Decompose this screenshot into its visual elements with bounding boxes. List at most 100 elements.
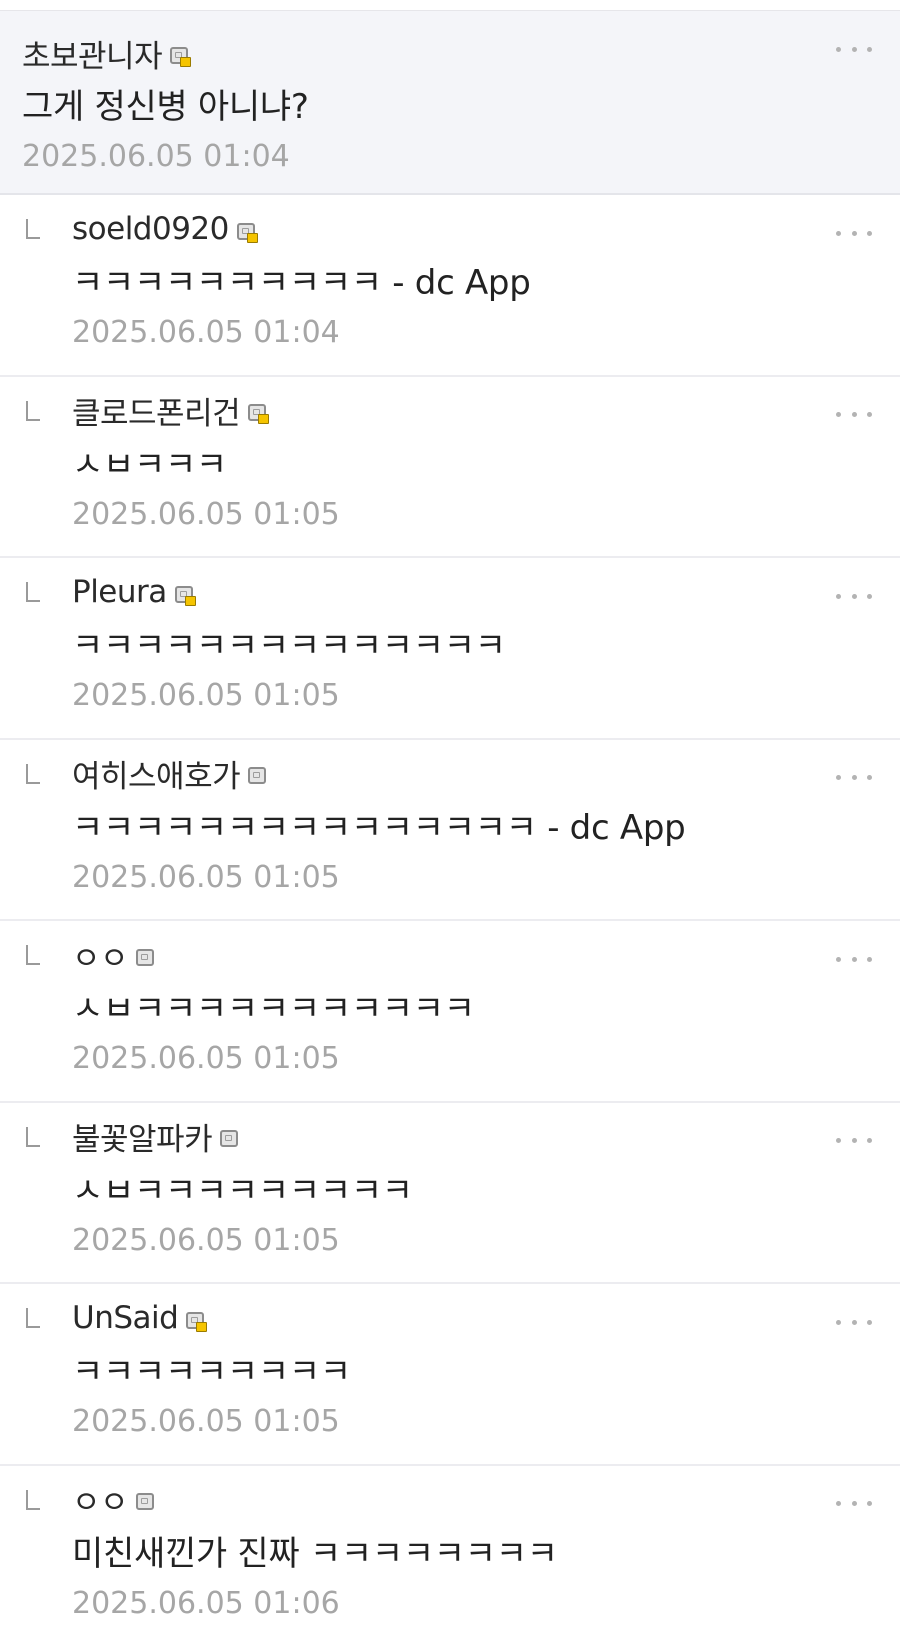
comment-content: 초보관니자 그게 정신병 아니냐? 2025.06.05 01:04 <box>22 33 820 175</box>
dot-icon <box>836 230 841 236</box>
dot-icon <box>867 1501 872 1506</box>
dot-icon <box>851 1501 857 1506</box>
comment-content: 클로드폰리건 ㅅㅂㅋㅋㅋ 2025.06.05 01:05 <box>72 391 820 533</box>
author-line: ㅇㅇ <box>72 933 820 978</box>
dot-icon <box>836 1319 841 1325</box>
more-options-button[interactable] <box>836 1129 872 1153</box>
dot-icon <box>867 412 872 417</box>
dot-icon <box>867 1319 872 1325</box>
comment-timestamp: 2025.06.05 01:05 <box>72 1404 340 1439</box>
comment-timestamp: 2025.06.05 01:06 <box>72 1585 340 1621</box>
comment-text: ㅋㅋㅋㅋㅋㅋㅋㅋㅋㅋㅋㅋㅋㅋ <box>72 626 506 666</box>
dot-icon <box>851 46 857 52</box>
dot-icon <box>867 775 872 780</box>
more-options-button[interactable] <box>836 403 872 427</box>
gallog-icon[interactable] <box>186 1311 208 1332</box>
more-options-button[interactable] <box>836 37 872 61</box>
gallog-icon[interactable] <box>174 585 196 606</box>
comment-timestamp: 2025.06.05 01:04 <box>72 315 340 350</box>
comment-timestamp: 2025.06.05 01:05 <box>72 859 340 895</box>
comment-content: ㅇㅇ 미친새낀가 진짜 ㅋㅋㅋㅋㅋㅋㅋㅋ 2025.06.05 01:06 <box>72 1480 820 1622</box>
comment-author[interactable]: soeld0920 <box>72 211 229 247</box>
dot-icon <box>851 1319 857 1325</box>
gallog-icon[interactable] <box>136 948 155 966</box>
more-options-button[interactable] <box>836 221 872 245</box>
comment-text: ㅋㅋㅋㅋㅋㅋㅋㅋㅋ <box>72 1352 351 1392</box>
author-line: UnSaid <box>72 1298 820 1338</box>
gallog-icon[interactable] <box>236 222 258 243</box>
dot-icon <box>851 1138 857 1143</box>
dot-icon <box>836 1138 841 1143</box>
comment-timestamp: 2025.06.05 01:05 <box>72 496 340 532</box>
comment-list: 초보관니자 그게 정신병 아니냐? 2025.06.05 01:04 soeld… <box>0 11 900 1647</box>
reply-arrow-icon <box>26 945 40 965</box>
dot-icon <box>851 412 857 417</box>
gallog-icon[interactable] <box>220 1130 239 1147</box>
dot-icon <box>851 775 857 780</box>
dot-icon <box>836 593 841 599</box>
comment-text: ㅋㅋㅋㅋㅋㅋㅋㅋㅋㅋㅋㅋㅋㅋㅋ - dc App <box>72 807 686 848</box>
dot-icon <box>836 46 841 52</box>
more-options-button[interactable] <box>836 1310 872 1334</box>
author-line: soeld0920 <box>72 209 820 249</box>
reply-item: ㅇㅇ ㅅㅂㅋㅋㅋㅋㅋㅋㅋㅋㅋㅋㅋ 2025.06.05 01:05 <box>0 921 900 1103</box>
comment-item: 초보관니자 그게 정신병 아니냐? 2025.06.05 01:04 <box>0 11 900 195</box>
comment-content: UnSaid ㅋㅋㅋㅋㅋㅋㅋㅋㅋ 2025.06.05 01:05 <box>72 1298 820 1440</box>
comment-author[interactable]: 여히스애호가 <box>72 751 241 796</box>
comment-timestamp: 2025.06.05 01:05 <box>72 678 340 713</box>
more-options-button[interactable] <box>836 584 872 608</box>
dot-icon <box>836 1501 841 1506</box>
comment-author[interactable]: ㅇㅇ <box>72 1477 129 1522</box>
reply-item: soeld0920 ㅋㅋㅋㅋㅋㅋㅋㅋㅋㅋ - dc App 2025.06.05… <box>0 195 900 377</box>
reply-arrow-icon <box>26 1489 40 1510</box>
comment-content: 여히스애호가 ㅋㅋㅋㅋㅋㅋㅋㅋㅋㅋㅋㅋㅋㅋㅋ - dc App 2025.06.… <box>72 754 820 896</box>
comment-timestamp: 2025.06.05 01:05 <box>72 1222 340 1258</box>
dot-icon <box>867 593 872 599</box>
reply-arrow-icon <box>26 400 40 421</box>
comment-content: ㅇㅇ ㅅㅂㅋㅋㅋㅋㅋㅋㅋㅋㅋㅋㅋ 2025.06.05 01:05 <box>72 935 820 1077</box>
top-gap <box>0 0 900 11</box>
author-line: 초보관니자 <box>22 31 820 76</box>
comment-text: ㅅㅂㅋㅋㅋㅋㅋㅋㅋㅋㅋㅋㅋ <box>72 989 475 1029</box>
reply-arrow-icon <box>26 763 40 784</box>
dot-icon <box>851 956 857 962</box>
more-options-button[interactable] <box>836 766 872 790</box>
comment-content: 불꽃알파카 ㅅㅂㅋㅋㅋㅋㅋㅋㅋㅋㅋ 2025.06.05 01:05 <box>72 1117 820 1259</box>
comment-text: ㅅㅂㅋㅋㅋ <box>72 444 227 485</box>
dot-icon <box>867 46 872 52</box>
author-line: 여히스애호가 <box>72 751 820 796</box>
gallog-icon[interactable] <box>248 404 270 424</box>
reply-item: UnSaid ㅋㅋㅋㅋㅋㅋㅋㅋㅋ 2025.06.05 01:05 <box>0 1284 900 1466</box>
dot-icon <box>867 956 872 962</box>
comment-author[interactable]: 불꽃알파카 <box>72 1114 213 1159</box>
comment-text: 미친새낀가 진짜 ㅋㅋㅋㅋㅋㅋㅋㅋ <box>72 1533 558 1574</box>
reply-arrow-icon <box>26 219 40 239</box>
gallog-icon[interactable] <box>136 1493 155 1510</box>
dot-icon <box>851 593 857 599</box>
more-options-button[interactable] <box>836 1492 872 1516</box>
comment-timestamp: 2025.06.05 01:04 <box>22 139 290 174</box>
comment-text: ㅋㅋㅋㅋㅋㅋㅋㅋㅋㅋ - dc App <box>72 263 531 303</box>
reply-arrow-icon <box>26 582 40 602</box>
comment-author[interactable]: UnSaid <box>72 1300 179 1336</box>
gallog-icon[interactable] <box>248 767 267 784</box>
reply-item: 클로드폰리건 ㅅㅂㅋㅋㅋ 2025.06.05 01:05 <box>0 376 900 558</box>
author-line: Pleura <box>72 572 820 612</box>
dot-icon <box>867 1138 872 1143</box>
dot-icon <box>851 230 857 236</box>
dot-icon <box>836 775 841 780</box>
reply-item: ㅇㅇ 미친새낀가 진짜 ㅋㅋㅋㅋㅋㅋㅋㅋ 2025.06.05 01:06 <box>0 1465 900 1647</box>
comment-author[interactable]: ㅇㅇ <box>72 933 129 978</box>
comment-content: Pleura ㅋㅋㅋㅋㅋㅋㅋㅋㅋㅋㅋㅋㅋㅋ 2025.06.05 01:05 <box>72 572 820 714</box>
comment-author[interactable]: 초보관니자 <box>22 31 163 76</box>
gallog-icon[interactable] <box>170 46 192 67</box>
comment-author[interactable]: 클로드폰리건 <box>72 388 241 433</box>
author-line: 불꽃알파카 <box>72 1114 820 1159</box>
reply-arrow-icon <box>26 1308 40 1328</box>
reply-arrow-icon <box>26 1126 40 1147</box>
comment-content: soeld0920 ㅋㅋㅋㅋㅋㅋㅋㅋㅋㅋ - dc App 2025.06.05… <box>72 209 820 351</box>
dot-icon <box>867 230 872 236</box>
comment-author[interactable]: Pleura <box>72 574 167 610</box>
dot-icon <box>836 412 841 417</box>
more-options-button[interactable] <box>836 947 872 971</box>
